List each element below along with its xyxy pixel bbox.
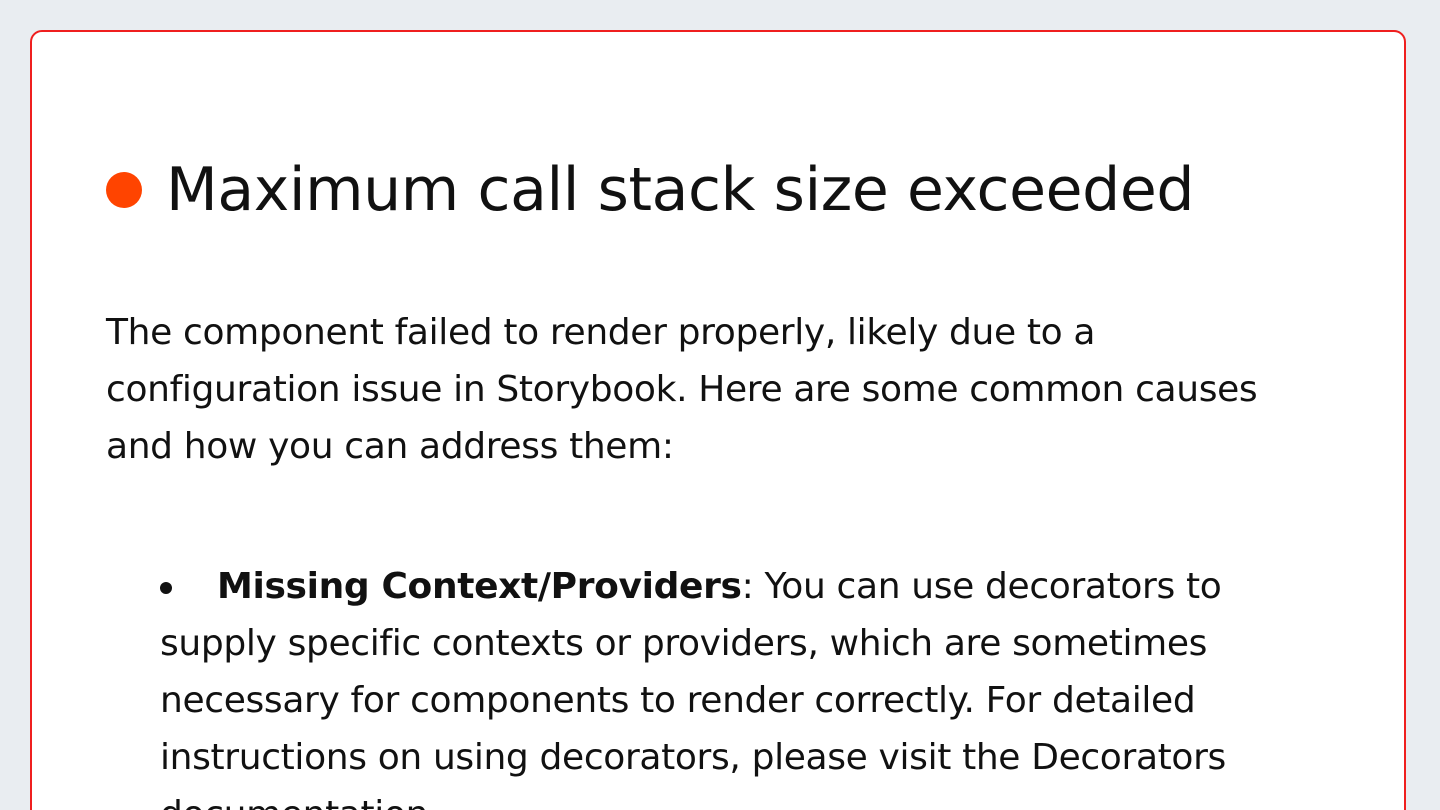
status-dot-icon: [106, 172, 142, 209]
bullet-icon: [160, 582, 172, 594]
causes-list: Missing Context/Providers: You can use d…: [160, 558, 1320, 810]
cause-separator: :: [741, 566, 754, 607]
error-title-row: Maximum call stack size exceeded: [106, 112, 1194, 268]
error-card: Maximum call stack size exceeded The com…: [30, 30, 1406, 810]
error-intro: The component failed to render properly,…: [106, 312, 1258, 467]
cause-title: Missing Context/Providers: [217, 566, 742, 607]
cause-item-missing-context: Missing Context/Providers: You can use d…: [160, 558, 1320, 810]
page: Maximum call stack size exceeded The com…: [0, 0, 1440, 810]
error-title: Maximum call stack size exceeded: [166, 155, 1195, 226]
